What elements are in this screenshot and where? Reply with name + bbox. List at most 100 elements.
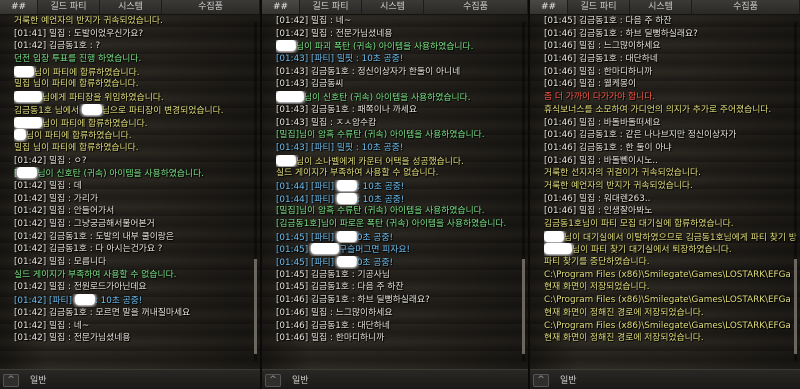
chat-scrollbar[interactable] bbox=[522, 22, 525, 361]
chat-line-text: [01:45] [파티] bbox=[276, 258, 337, 269]
chat-tab-bar: ## 길드 파티 시스템 수집품 bbox=[262, 0, 528, 15]
chat-line: [01:43] [파티] 밀핏 : 10초 공중! bbox=[276, 142, 528, 155]
chat-line-text: 님으로 파티장이 변경되었습니다. bbox=[101, 105, 224, 116]
chat-line-text: : 10초 공중! bbox=[356, 181, 405, 192]
chat-line: 파티 찾기를 중단하였습니다. bbox=[544, 256, 800, 269]
chat-line-text: C:\Program Files (x86)\Smilegate\Games\L… bbox=[544, 320, 791, 331]
chat-line-text: [01:42] 김금동1호 : 도발의 내부 쿨이랑은 bbox=[14, 231, 174, 242]
chat-line-text: 님이 파티에 합류하였습니다. bbox=[34, 67, 140, 78]
chat-line: 님이 파티 찾기 대기실에서 퇴장하였습니다. bbox=[544, 243, 800, 256]
chat-line-text: [01:46] 밀집 : 느그많이하세요 bbox=[276, 307, 393, 318]
expand-up-icon[interactable]: ^ bbox=[533, 374, 549, 387]
chat-line-text: C:\Program Files (x86)\Smilegate\Games\L… bbox=[544, 269, 791, 280]
chat-scrollbar-thumb[interactable] bbox=[254, 259, 257, 355]
chat-line: C:\Program Files (x86)\Smilegate\Games\L… bbox=[544, 269, 800, 282]
chat-line: 밀집 님이 파티에 합류하였습니다. bbox=[14, 78, 260, 91]
chat-line-text: [01:46] 밀집 : 인생잘아봐노 bbox=[544, 206, 653, 217]
chat-input-bar[interactable]: ^ 일반 bbox=[262, 369, 528, 389]
chat-line: [01:45] 구슬머그면 피자요! bbox=[276, 243, 528, 256]
chat-line: [01:46] 김금동1호 : 하브 딜뻥하실래요? bbox=[276, 294, 528, 307]
redacted-name bbox=[276, 40, 296, 52]
chat-tab[interactable]: 길드 파티 bbox=[568, 0, 630, 14]
chat-line-text: 실드 게이지가 부족하여 사용할 수 없습니다. bbox=[276, 168, 439, 179]
chat-line: [01:45] 김금동1호 : 기공사님 bbox=[276, 269, 528, 282]
chat-tab[interactable]: 시스템 bbox=[362, 0, 424, 14]
redacted-name bbox=[544, 243, 572, 255]
redacted-name bbox=[311, 243, 340, 255]
chat-tab[interactable]: 길드 파티 bbox=[300, 0, 362, 14]
chat-input-bar[interactable]: ^ 일반 bbox=[530, 369, 800, 389]
chat-line-text: [01:45] 김금동1호 : 다음 주 하잔 bbox=[544, 16, 672, 26]
chat-line-text: [01:42] 밀집 : 전원로드가아닌데요 bbox=[14, 282, 147, 293]
chat-line-text: C:\Program Files (x86)\Smilegate\Games\L… bbox=[544, 295, 791, 306]
chat-line-text: [01:46] 김금동1호 : 대단하네 bbox=[544, 54, 658, 65]
chat-line-text: [01:45] 김금동1호 : 다음 주 하잔 bbox=[276, 282, 404, 293]
chat-line: 님이 대기실에서 이탈하였으므로 김금동1호님에게 파티 찾기 방 bbox=[544, 230, 800, 244]
chat-line: C:\Program Files (x86)\Smilegate\Games\L… bbox=[544, 294, 800, 307]
chat-line: [01:46] 밀집 : 인생잘아봐노 bbox=[544, 205, 800, 218]
chat-line: [밀집]님이 암흑 수류탄 (귀속) 아이템을 사용하였습니다. bbox=[276, 205, 528, 218]
chat-line-text: [01:42] 밀집 : 네~ bbox=[14, 320, 90, 331]
chat-tab[interactable]: 수집품 bbox=[162, 0, 260, 14]
chat-line: [01:41] 밀집 : 도발이었우신가요? bbox=[14, 28, 260, 41]
chat-line: 거룩한 선지자의 귀걸이가 귀속되었습니다. bbox=[544, 167, 800, 180]
chat-scrollbar-thumb[interactable] bbox=[794, 259, 797, 355]
chat-line-text: 님이 대기실에서 이탈하였으므로 김금동1호님에게 파티 찾기 방 bbox=[564, 232, 797, 243]
redacted-name bbox=[81, 103, 102, 115]
chat-tab[interactable]: 길드 파티 bbox=[38, 0, 100, 14]
chat-line: [01:46] 김금동1호 : 하브 딜뻥하실래요? bbox=[544, 28, 800, 41]
chat-tab-bar: ## 길드 파티 시스템 수집품 bbox=[0, 0, 260, 15]
chat-line: [01:46] 밀집 : 웰케몽이 bbox=[544, 78, 800, 91]
chat-line: [01:42] 밀집 : 전문가님셨네용 bbox=[276, 28, 528, 41]
chat-line: 님이 파티에 합류하였습니다. bbox=[14, 65, 260, 79]
expand-up-icon[interactable]: ^ bbox=[265, 374, 281, 387]
chat-line: 거룩한 예언자의 반지가 귀속되었습니다. bbox=[14, 15, 260, 28]
chat-line-text: 거룩한 예언자의 반지가 귀속되었습니다. bbox=[544, 180, 693, 191]
chat-line-text: : 10초 공중! bbox=[356, 194, 405, 205]
chat-channel-label[interactable]: 일반 bbox=[560, 373, 577, 386]
chat-line: [01:45] [파티] 0초 공중! bbox=[276, 256, 528, 269]
chat-line: [01:46] 밀집 : 느그많이하세요 bbox=[544, 40, 800, 53]
chat-tab[interactable]: 수집품 bbox=[424, 0, 528, 14]
chat-line-text: [01:44] [파티] bbox=[276, 194, 337, 205]
chat-line: [님이 신호탄 (귀속) 아이템을 사용하였습니다. bbox=[14, 167, 260, 180]
chat-channel-label[interactable]: 일반 bbox=[30, 373, 47, 386]
chat-line: [김금동1호]님이 파로운 폭탄 (귀속) 아이템을 사용하였습니다. bbox=[276, 218, 528, 231]
chat-log: [01:42] 밀집 : 네~ [01:42] 밀집 : 전문가님셨네용 님이 파괴… bbox=[262, 15, 528, 369]
chat-scrollbar[interactable] bbox=[794, 22, 797, 361]
expand-up-icon[interactable]: ^ bbox=[3, 374, 19, 387]
chat-tab[interactable]: 수집품 bbox=[692, 0, 800, 14]
chat-line-text: [01:43] 김금동1호 : 정신이상자가 한둘이 아니네 bbox=[276, 66, 461, 77]
chat-line-text: 밀집 님이 파티에 합류하였습니다. bbox=[14, 79, 139, 90]
chat-tab[interactable]: ## bbox=[530, 0, 568, 14]
chat-scrollbar-thumb[interactable] bbox=[522, 259, 525, 355]
redacted-name bbox=[14, 116, 42, 128]
chat-line-text: [01:42] 밀집 : 모릅니다 bbox=[14, 257, 107, 268]
chat-line-text: 님에게 파티장을 위임하였습니다. bbox=[42, 93, 164, 104]
chat-line: 실드 게이지가 부족하여 사용할 수 없습니다. bbox=[276, 167, 528, 180]
chat-line: [01:42] 김금동1호 : 도발의 내부 쿨이랑은 bbox=[14, 231, 260, 244]
chat-line-text: [01:42] 밀집 : 전문가님셨네용 bbox=[276, 28, 393, 39]
chat-tab[interactable]: ## bbox=[262, 0, 300, 14]
chat-line: [01:42] 김금동1호 : 다 아시는건가요 ? bbox=[14, 243, 260, 256]
chat-line-text: [01:42] 밀집 : 안들어가서 bbox=[14, 206, 115, 217]
chat-channel-label[interactable]: 일반 bbox=[292, 373, 309, 386]
chat-line-text: [01:42] 김금동1호 : 모르면 말을 꺼내질마세요 bbox=[14, 307, 191, 318]
chat-tab[interactable]: 시스템 bbox=[100, 0, 162, 14]
chat-input-bar[interactable]: ^ 일반 bbox=[0, 369, 260, 389]
chat-line-text: [01:43] 김금동씨 bbox=[276, 79, 344, 90]
chat-line-text: [01:45] 김금동1호 : 기공사님 bbox=[276, 269, 390, 280]
chat-line-text: 좀 더 가까이 다가가야 합니다. bbox=[544, 92, 656, 103]
chat-line: [01:42] 밀집 : 전문가님셨네용 bbox=[14, 332, 260, 345]
chat-line: 좀 더 가까이 다가가야 합니다. bbox=[544, 91, 800, 104]
redacted-name bbox=[336, 179, 357, 191]
chat-line: [01:43] 김금동1호 : 패쪽이나 까세요 bbox=[276, 104, 528, 117]
chat-line-text: [01:42] 김금동1호 : ? bbox=[14, 41, 101, 52]
chat-tab[interactable]: 시스템 bbox=[630, 0, 692, 14]
chat-scrollbar[interactable] bbox=[254, 22, 257, 361]
chat-line: [01:46] 밀집 : 느그많이하세요 bbox=[276, 307, 528, 320]
chat-line-text: 님이 파괴 폭탄 (귀속) 아이템을 사용하였습니다. bbox=[296, 42, 474, 53]
chat-line: [01:42] 밀집 : 안들어가서 bbox=[14, 205, 260, 218]
chat-tab[interactable]: ## bbox=[0, 0, 38, 14]
chat-line-text: 밀집 님이 파티에 합류하였습니다. bbox=[14, 142, 139, 153]
